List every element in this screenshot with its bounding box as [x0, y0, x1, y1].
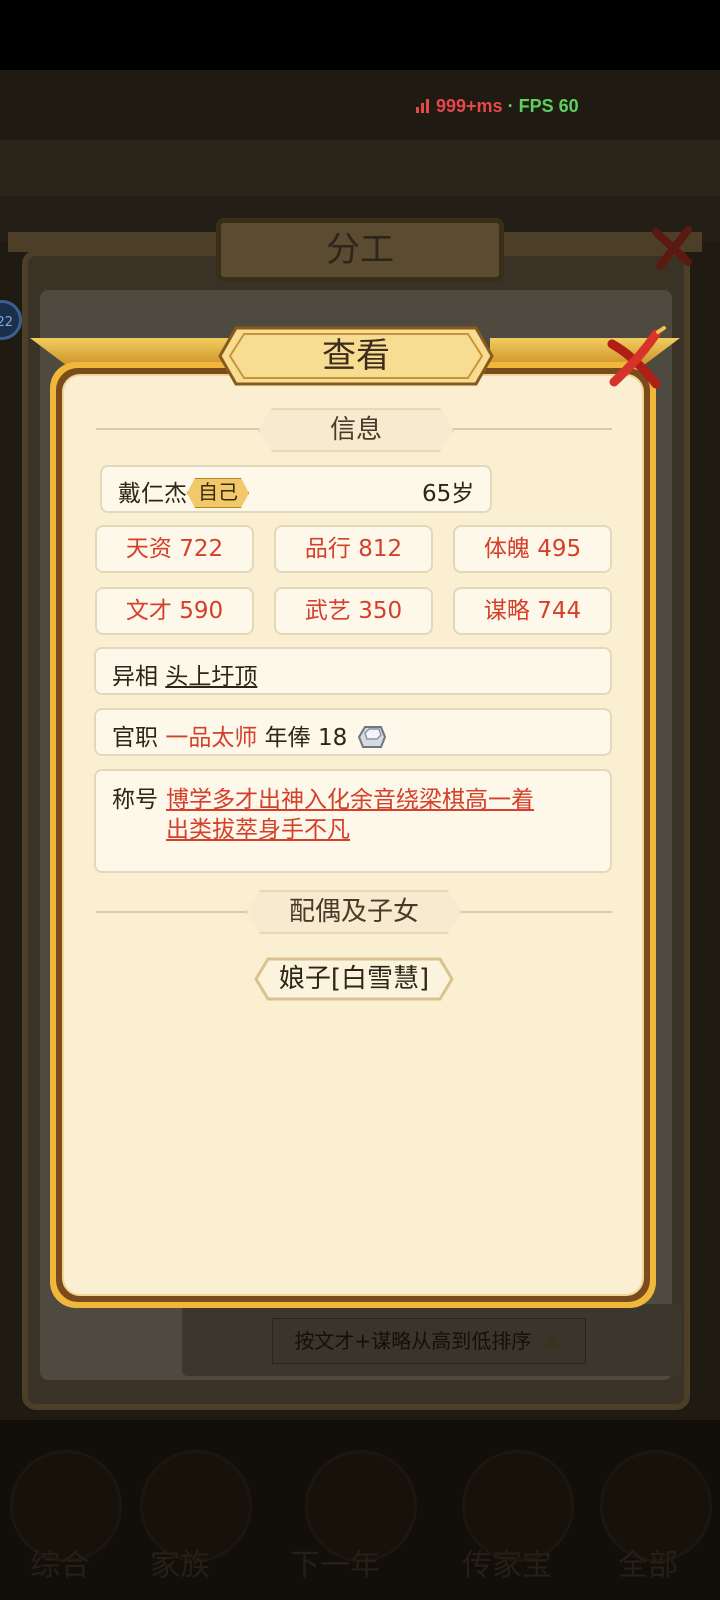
nav-label-next-year: 下一年 [290, 1548, 380, 1583]
nav-label-overview: 综合 [30, 1548, 90, 1583]
signal-icon [416, 99, 432, 113]
fps-text: FPS 60 [518, 96, 579, 116]
stat-strategy: 谋略 744 [453, 587, 612, 635]
top-resource-bar [0, 140, 720, 200]
stat-martial: 武艺 350 [274, 587, 433, 635]
trait-label: 异相 [112, 664, 158, 690]
stat-conduct: 品行 812 [274, 525, 433, 573]
titles-line-2[interactable]: 出类拔萃身手不凡 [166, 810, 350, 844]
family-section-header: 配偶及子女 [246, 890, 462, 934]
salary-value: 18 [317, 725, 348, 751]
stat-talent: 天资 722 [95, 525, 254, 573]
sort-button-label: 按文才+谋略从高到低排序 [294, 1329, 532, 1353]
person-name-line: 戴仁杰 自己 [118, 474, 249, 508]
info-section-header: 信息 [258, 408, 454, 452]
background-close-icon[interactable] [648, 222, 698, 272]
self-badge: 自己 [187, 478, 249, 508]
titles-label: 称号 [112, 787, 158, 813]
nav-label-family: 家族 [150, 1548, 210, 1583]
family-section-title: 配偶及子女 [288, 897, 419, 927]
silver-ingot-icon [357, 726, 386, 748]
salary-label: 年俸 [264, 725, 311, 751]
modal-title: 查看 [322, 336, 390, 376]
stat-literature: 文才 590 [95, 587, 254, 635]
trait-value-link[interactable]: 头上圩顶 [165, 664, 257, 690]
office-value: 一品太师 [165, 725, 258, 751]
office-label: 官职 [112, 725, 158, 751]
person-age: 65岁 [422, 481, 475, 507]
titles-line-1[interactable]: 博学多才出神入化余音绕梁棋高一着 [166, 780, 534, 814]
status-separator: · [507, 96, 514, 116]
network-status: 999+ms · FPS 60 [416, 96, 579, 117]
background-panel-wing-left [8, 232, 218, 252]
info-section-title: 信息 [329, 415, 382, 445]
stat-physique: 体魄 495 [453, 525, 612, 573]
office-line: 官职 一品太师 年俸 18 [112, 718, 387, 752]
trait-line: 异相 头上圩顶 [112, 657, 257, 691]
triangle-up-icon [540, 1336, 561, 1347]
person-name: 戴仁杰 [118, 481, 187, 507]
nav-label-heirloom: 传家宝 [462, 1548, 552, 1583]
nav-label-all: 全部 [618, 1548, 678, 1583]
sort-button[interactable]: 按文才+谋略从高到低排序 [272, 1318, 586, 1364]
spouse-button[interactable]: 娘子[白雪慧] [254, 957, 454, 1001]
close-icon[interactable] [598, 326, 668, 396]
background-panel-title: 分工 [216, 218, 504, 282]
latency-text: 999+ms [436, 96, 503, 116]
